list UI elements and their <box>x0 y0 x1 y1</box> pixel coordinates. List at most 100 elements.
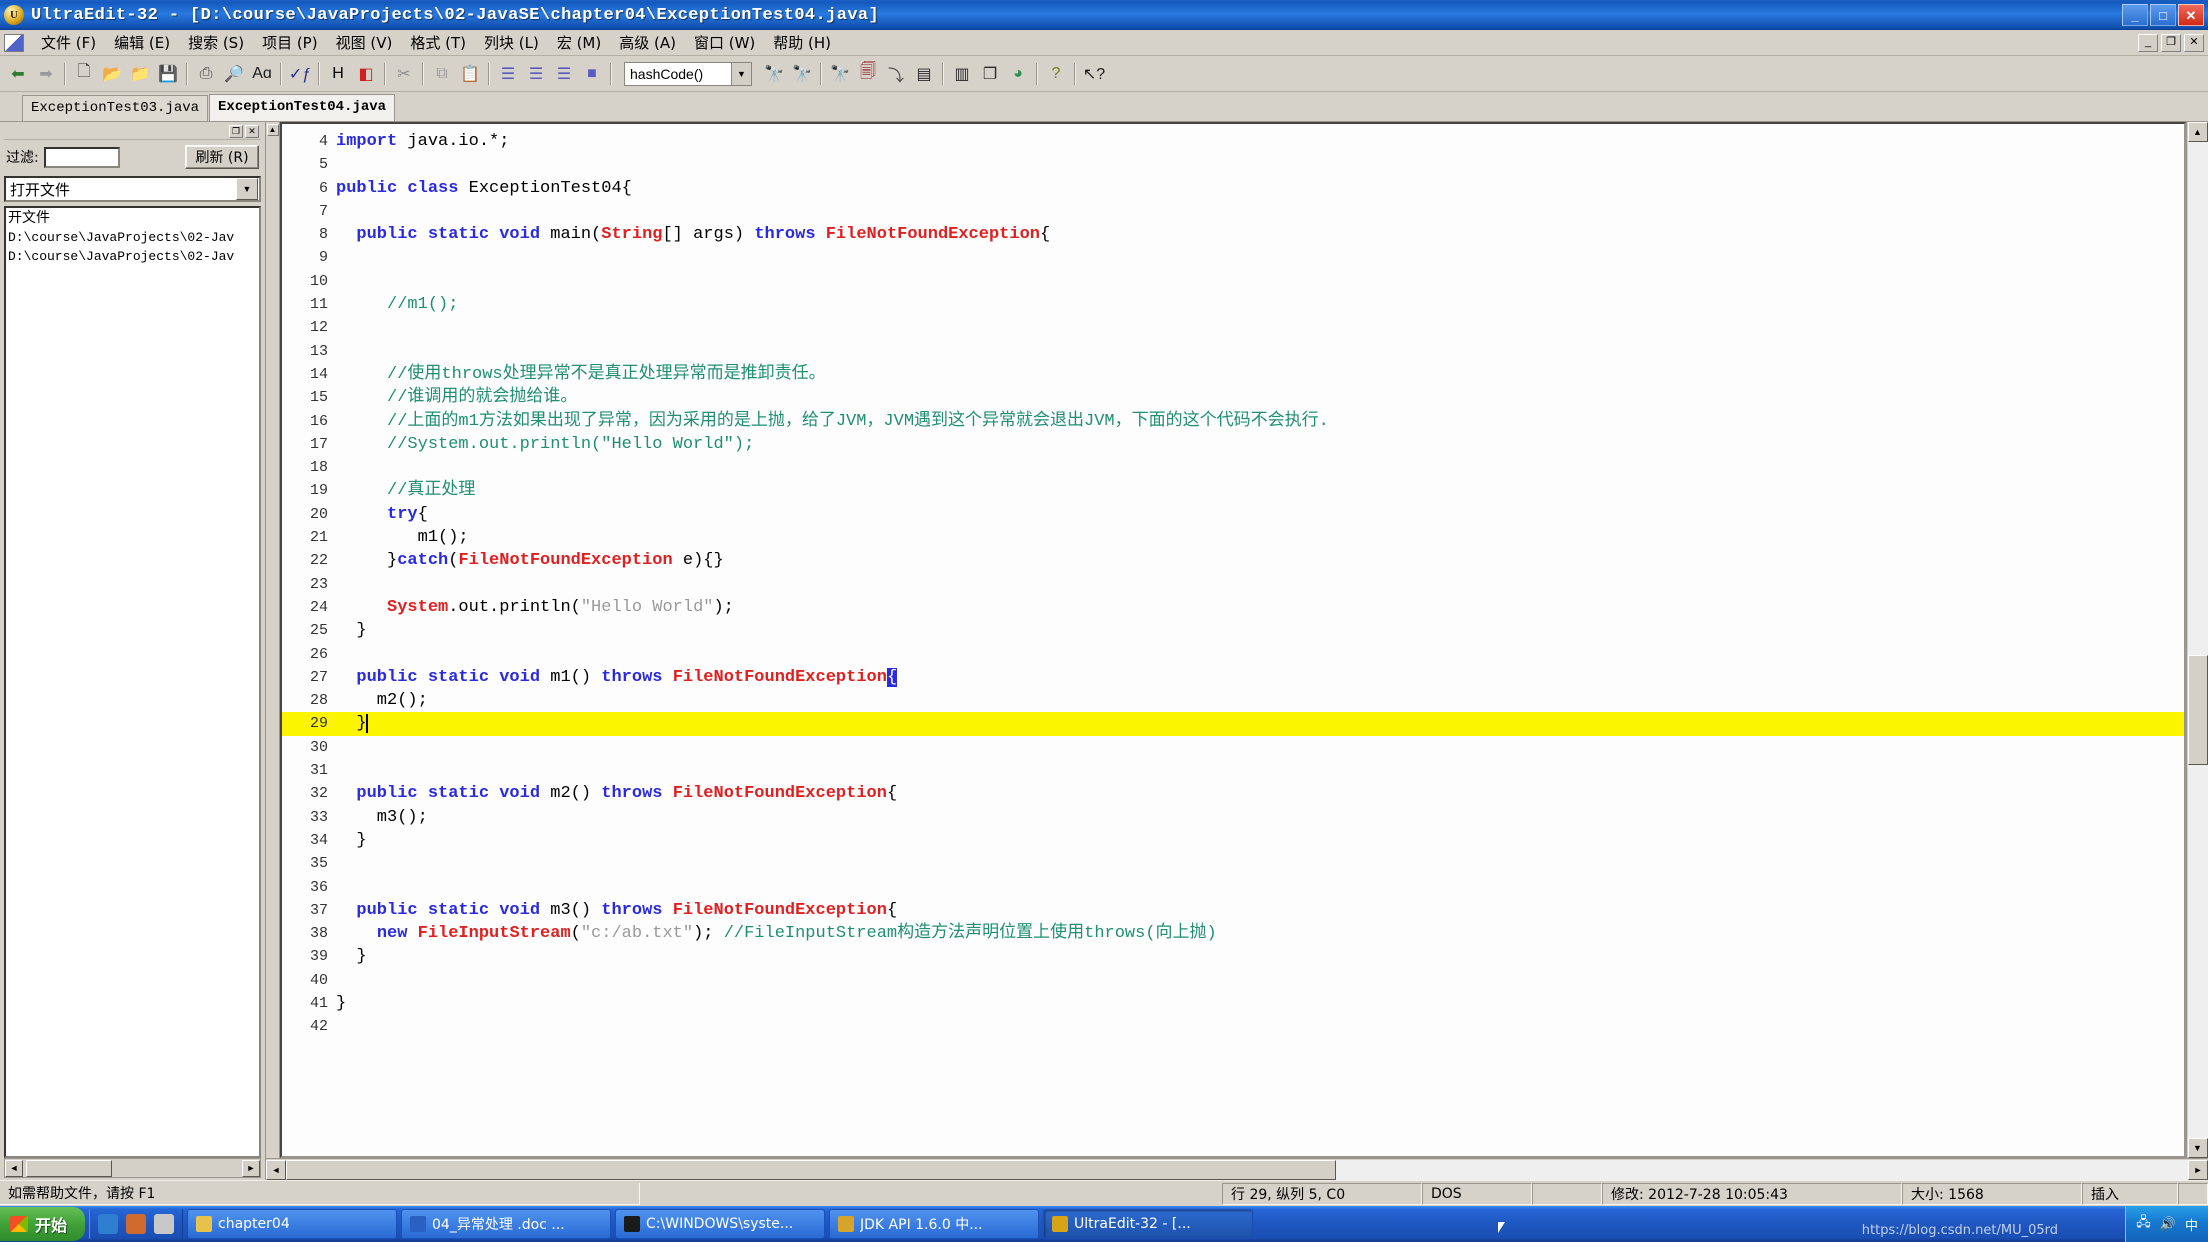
goto-line-icon[interactable]: ⤵ <box>882 60 910 88</box>
code-line[interactable]: 38 new FileInputStream("c:/ab.txt"); //F… <box>282 922 2184 945</box>
hex-edit-icon[interactable]: H <box>324 60 352 88</box>
code-line[interactable]: 21 m1(); <box>282 526 2184 549</box>
code-line[interactable]: 20 try{ <box>282 503 2184 526</box>
menu-search[interactable]: 搜索 (S) <box>179 30 253 55</box>
menu-window[interactable]: 窗口 (W) <box>685 30 764 55</box>
function-list-combo[interactable]: hashCode() ▼ <box>624 61 752 86</box>
align-left-icon[interactable]: ☰ <box>494 60 522 88</box>
help-icon[interactable]: ? <box>1042 60 1070 88</box>
code-line[interactable]: 24 System.out.println("Hello World"); <box>282 596 2184 619</box>
code-line[interactable]: 10 <box>282 270 2184 293</box>
menu-help[interactable]: 帮助 (H) <box>764 30 840 55</box>
cascade-windows-icon[interactable]: ❐ <box>976 60 1004 88</box>
align-center-icon[interactable]: ☰ <box>522 60 550 88</box>
close-button[interactable]: ✕ <box>2178 4 2204 26</box>
maximize-button[interactable]: □ <box>2150 4 2176 26</box>
code-line[interactable]: 28 m2(); <box>282 689 2184 712</box>
code-line[interactable]: 22 }catch(FileNotFoundException e){} <box>282 549 2184 572</box>
volume-icon[interactable]: 🔊 <box>2160 1217 2176 1232</box>
menu-format[interactable]: 格式 (T) <box>401 30 475 55</box>
code-line[interactable]: 23 <box>282 573 2184 596</box>
editor-vertical-scrollbar[interactable]: ▲ ▼ <box>2186 122 2208 1158</box>
file-tab-1[interactable]: ExceptionTest04.java <box>209 94 396 121</box>
taskbar-button[interactable]: UltraEdit-32 - [... <box>1043 1209 1254 1239</box>
align-right-icon[interactable]: ☰ <box>550 60 578 88</box>
code-line[interactable]: 34 } <box>282 829 2184 852</box>
print-icon[interactable]: ⎙ <box>192 60 220 88</box>
forward-icon[interactable]: ➡ <box>32 60 60 88</box>
code-line[interactable]: 15 //谁调用的就会抛给谁。 <box>282 386 2184 409</box>
code-line[interactable]: 8 public static void main(String[] args)… <box>282 223 2184 246</box>
scroll-thumb[interactable] <box>2187 655 2208 765</box>
code-line[interactable]: 40 <box>282 969 2184 992</box>
cut-icon[interactable]: ✂ <box>390 60 418 88</box>
menu-view[interactable]: 视图 (V) <box>327 30 402 55</box>
code-line[interactable]: 19 //真正处理 <box>282 479 2184 502</box>
code-line[interactable]: 12 <box>282 316 2184 339</box>
chevron-down-icon[interactable]: ▼ <box>236 178 258 200</box>
editor-horizontal-scrollbar[interactable]: ◄ ► <box>266 1158 2208 1180</box>
scroll-thumb[interactable] <box>286 1159 1336 1180</box>
code-line[interactable]: 27 public static void m1() throws FileNo… <box>282 666 2184 689</box>
context-help-icon[interactable]: ↖? <box>1080 60 1108 88</box>
show-desktop-icon[interactable] <box>154 1214 175 1234</box>
code-line[interactable]: 9 <box>282 246 2184 269</box>
code-line[interactable]: 39 } <box>282 945 2184 968</box>
gutter-scroll-up-button[interactable]: ▲ <box>266 124 279 136</box>
code-line[interactable]: 37 public static void m3() throws FileNo… <box>282 899 2184 922</box>
code-line[interactable]: 31 <box>282 759 2184 782</box>
align-justify-icon[interactable]: ■ <box>578 60 606 88</box>
panel-close-button[interactable]: ✕ <box>245 125 259 138</box>
code-editor[interactable]: 4 import java.io.*; 5 6 public class Excepti… <box>280 122 2186 1158</box>
scroll-right-button[interactable]: ► <box>2188 1159 2208 1180</box>
code-line[interactable]: 13 <box>282 340 2184 363</box>
code-line[interactable]: 33 m3(); <box>282 806 2184 829</box>
code-line[interactable]: 5 <box>282 153 2184 176</box>
copy-icon[interactable]: ⧉ <box>428 60 456 88</box>
code-line[interactable]: 6 public class ExceptionTest04{ <box>282 177 2184 200</box>
taskbar-button[interactable]: chapter04 <box>187 1209 398 1239</box>
code-line[interactable]: 42 <box>282 1015 2184 1038</box>
taskbar-button[interactable]: JDK API 1.6.0 中... <box>829 1209 1040 1239</box>
scroll-left-button[interactable]: ◄ <box>266 1159 286 1180</box>
scroll-thumb[interactable] <box>26 1159 112 1177</box>
start-button[interactable]: 开始 <box>0 1207 86 1241</box>
open-file-icon[interactable]: 📂 <box>98 60 126 88</box>
menu-macro[interactable]: 宏 (M) <box>548 30 610 55</box>
save-icon[interactable]: 💾 <box>154 60 182 88</box>
code-line[interactable]: 25 } <box>282 619 2184 642</box>
list-item[interactable]: D:\course\JavaProjects\02-Jav <box>7 228 259 247</box>
sidebar-horizontal-scrollbar[interactable]: ◄ ► <box>4 1158 261 1178</box>
code-line[interactable]: 35 <box>282 852 2184 875</box>
menu-advanced[interactable]: 高级 (A) <box>610 30 685 55</box>
code-line[interactable]: 18 <box>282 456 2184 479</box>
scroll-right-button[interactable]: ► <box>242 1159 260 1177</box>
doc-restore-button[interactable]: ❐ <box>2161 33 2181 52</box>
code-line[interactable]: 26 <box>282 643 2184 666</box>
menu-project[interactable]: 项目 (P) <box>253 30 327 55</box>
menu-file[interactable]: 文件 (F) <box>32 30 105 55</box>
panel-restore-button[interactable]: ❐ <box>229 125 243 138</box>
back-icon[interactable]: ⬅ <box>4 60 32 88</box>
file-tab-0[interactable]: ExceptionTest03.java <box>22 95 209 121</box>
find-icon[interactable]: 🔭 <box>760 60 788 88</box>
refresh-button[interactable]: 刷新 (R) <box>185 145 259 169</box>
scroll-down-button[interactable]: ▼ <box>2187 1138 2208 1158</box>
code-line[interactable]: 29 } <box>282 712 2184 736</box>
find-next-icon[interactable]: 🔭 <box>788 60 816 88</box>
code-line[interactable]: 30 <box>282 736 2184 759</box>
new-file-icon[interactable]: 🗋 <box>70 60 98 88</box>
media-player-icon[interactable] <box>126 1214 147 1234</box>
replace-icon[interactable]: 🗐 <box>854 60 882 88</box>
language-bar-icon[interactable]: 中 <box>2185 1215 2198 1234</box>
paste-icon[interactable]: 📋 <box>456 60 484 88</box>
font-icon[interactable]: Aɑ <box>248 60 276 88</box>
doc-minimize-button[interactable]: _ <box>2138 33 2158 52</box>
taskbar-button[interactable]: C:\WINDOWS\syste... <box>615 1209 826 1239</box>
code-line[interactable]: 11 //m1(); <box>282 293 2184 316</box>
network-icon[interactable]: 🖧 <box>2136 1213 2151 1235</box>
code-line[interactable]: 36 <box>282 876 2184 899</box>
code-line[interactable]: 17 //System.out.println("Hello World"); <box>282 433 2184 456</box>
doc-close-button[interactable]: ✕ <box>2184 33 2204 52</box>
spellcheck-icon[interactable]: ✓ƒ <box>286 60 314 88</box>
